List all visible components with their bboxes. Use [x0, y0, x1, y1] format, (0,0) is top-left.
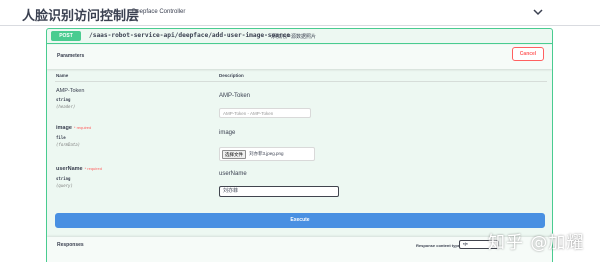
amp-token-input[interactable]: AMP-Token - AMP-Token [219, 108, 311, 118]
responses-title: Responses [57, 242, 84, 248]
choose-file-button[interactable]: 选择文件 [222, 150, 246, 159]
param-name-label: userName [56, 166, 83, 172]
tag-title: 人脸识别访问控制层 [22, 9, 140, 24]
param-name-username: userName * required [56, 166, 102, 172]
watermark: 知乎 @加耀 [488, 233, 585, 253]
param-description: userName [219, 171, 247, 177]
parameters-title: Parameters [57, 53, 85, 59]
username-input[interactable]: 刘亦菲 [219, 186, 339, 197]
responses-header: Responses Response content type */* [47, 237, 552, 262]
param-name-label: image [56, 125, 72, 131]
param-type: string [56, 97, 71, 102]
param-type: string [56, 176, 71, 181]
chevron-down-icon[interactable] [532, 6, 544, 18]
required-marker: * required [73, 125, 92, 130]
parameters-header: Parameters Cancel [47, 45, 552, 69]
image-file-input[interactable]: 选择文件 刘亦菲3.jpeg.png [219, 147, 315, 161]
param-location: (query) [56, 183, 73, 188]
operation-summary-text: 添加用户源数据照片 [271, 34, 317, 40]
tag-header[interactable]: 人脸识别访问控制层 Deepface Controller [0, 0, 600, 26]
operation-block: POST /saas-robot-service-api/deepface/ad… [46, 28, 553, 262]
method-badge: POST [51, 31, 81, 41]
param-name-amp-token: AMP-Token [56, 88, 85, 94]
param-location: (header) [56, 104, 76, 109]
column-header-name: Name [56, 73, 69, 78]
operation-summary[interactable]: POST /saas-robot-service-api/deepface/ad… [47, 29, 552, 44]
execute-button[interactable]: Execute [55, 213, 545, 228]
content-type-label: Response content type [416, 243, 461, 248]
param-description: image [219, 130, 236, 136]
table-divider [55, 81, 547, 82]
param-name-image: image * required [56, 125, 91, 131]
param-location: (formData) [56, 142, 81, 147]
selected-file-name: 刘亦菲3.jpeg.png [249, 151, 284, 156]
cancel-button[interactable]: Cancel [512, 47, 544, 61]
operation-path: /saas-robot-service-api/deepface/add-use… [89, 32, 291, 39]
param-description: AMP-Token [219, 93, 251, 99]
required-marker: * required [84, 166, 102, 171]
param-type: file [56, 135, 66, 140]
tag-description: Deepface Controller [132, 9, 186, 15]
column-header-description: Description [219, 73, 244, 78]
